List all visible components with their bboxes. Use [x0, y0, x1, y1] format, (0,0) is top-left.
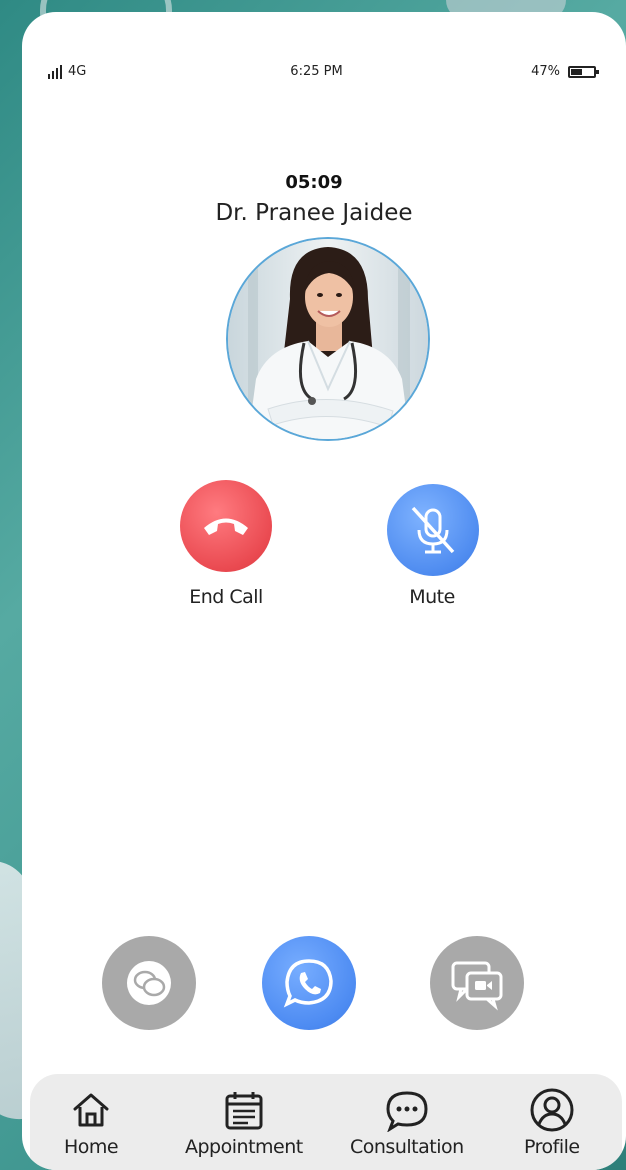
tab-consultation[interactable]: Consultation [350, 1086, 464, 1158]
tab-appointment[interactable]: Appointment [185, 1086, 303, 1158]
user-icon [530, 1088, 574, 1132]
chat-bubbles-icon [127, 961, 171, 1005]
calendar-icon [225, 1092, 263, 1130]
call-timer: 05:09 [285, 172, 343, 193]
mute-label: Mute [409, 586, 455, 608]
tab-consultation-label: Consultation [350, 1136, 464, 1158]
tab-profile-label: Profile [524, 1136, 580, 1158]
tab-home-label: Home [64, 1136, 119, 1158]
battery-indicator: 47% [531, 64, 599, 79]
chat-icon [386, 1091, 428, 1132]
bottom-tab-bar: Home Appointment Consultation Profile [30, 1074, 622, 1170]
phone-screen: 4G 6:25 PM 47% 05:09 Dr. Pranee Jaidee E… [22, 12, 626, 1170]
home-icon [73, 1093, 109, 1127]
mute-button[interactable] [387, 484, 479, 576]
status-bar: 4G 6:25 PM 47% [22, 64, 626, 88]
battery-icon [568, 65, 599, 78]
video-chat-icon [451, 961, 503, 1011]
tab-profile[interactable]: Profile [524, 1086, 580, 1158]
tab-home[interactable]: Home [64, 1086, 119, 1158]
phone-call-icon [283, 959, 333, 1008]
voice-call-mode-button[interactable] [262, 936, 356, 1030]
tab-appointment-label: Appointment [185, 1136, 303, 1158]
video-call-mode-button[interactable] [430, 936, 524, 1030]
battery-percent: 47% [531, 64, 560, 79]
doctor-avatar [226, 237, 430, 441]
end-call-label: End Call [189, 586, 263, 608]
hang-up-icon [204, 518, 248, 535]
doctor-name: Dr. Pranee Jaidee [215, 200, 413, 226]
doctor-photo [228, 239, 428, 439]
chat-mode-button[interactable] [102, 936, 196, 1030]
mic-off-icon [411, 506, 455, 554]
end-call-button[interactable] [180, 480, 272, 572]
